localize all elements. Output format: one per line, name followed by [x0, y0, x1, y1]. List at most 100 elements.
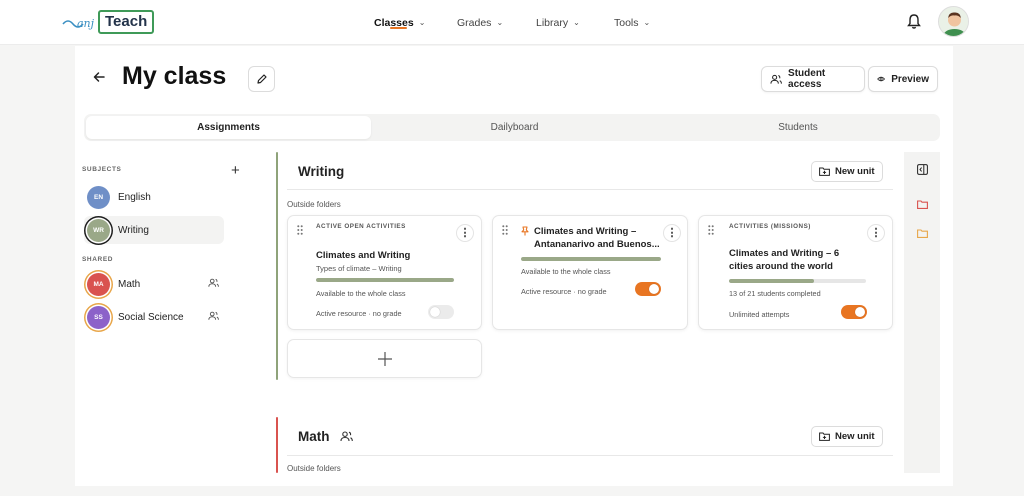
tab-dailyboard[interactable]: Dailyboard [372, 116, 657, 139]
active-toggle[interactable] [428, 305, 454, 319]
bell-icon[interactable] [906, 13, 922, 30]
progress-bar-fill [521, 257, 661, 261]
user-avatar[interactable] [938, 6, 969, 37]
new-unit-label: New unit [835, 431, 875, 442]
card-type-label: ACTIVE OPEN ACTIVITIES [316, 223, 406, 230]
eye-icon [877, 76, 886, 82]
subject-name: Writing [118, 224, 149, 236]
chevron-down-icon: ⌄ [643, 18, 651, 27]
subject-badge: WR [87, 218, 110, 242]
more-options-button[interactable]: ⋮ [456, 224, 474, 242]
shared-heading: SHARED [82, 256, 114, 263]
right-side-panel [904, 152, 940, 473]
progress-bar-fill [316, 278, 454, 282]
logo-wave-icon: anj [62, 17, 95, 30]
subject-badge: EN [87, 185, 110, 209]
completed-count-text: 13 of 21 students completed [729, 289, 821, 298]
subject-badge: SS [87, 305, 110, 329]
nav-grades[interactable]: Grades ⌄ [457, 0, 503, 45]
status-text: Active resource · no grade [316, 309, 402, 318]
user-avatar-image [939, 7, 968, 36]
drag-handle-icon[interactable] [708, 225, 714, 235]
plus-icon [377, 351, 392, 366]
section-title-math: Math [298, 429, 330, 444]
drag-handle-icon[interactable] [297, 225, 303, 235]
new-unit-button[interactable]: New unit [811, 426, 883, 447]
add-activity-button[interactable] [287, 339, 482, 378]
logo-wordmark: Teach [98, 10, 155, 34]
card-subtitle: Types of climate – Writing [316, 264, 402, 273]
nav-active-indicator [390, 27, 407, 29]
nav-tools[interactable]: Tools ⌄ [614, 0, 650, 45]
back-arrow-icon[interactable] [92, 70, 106, 84]
nav-library[interactable]: Library ⌄ [536, 0, 580, 45]
subject-name: English [118, 191, 151, 203]
subject-item-english[interactable]: EN English [84, 183, 224, 211]
subject-name: Social Science [118, 311, 184, 323]
folder-plus-icon [819, 167, 830, 176]
math-section-accent [276, 417, 278, 473]
edit-title-button[interactable] [248, 66, 275, 92]
new-unit-button[interactable]: New unit [811, 161, 883, 182]
subject-name: Math [118, 278, 141, 290]
collapse-panel-icon[interactable] [917, 164, 928, 175]
subjects-heading: SUBJECTS [82, 166, 122, 173]
card-title-line1: Climates and Writing – 6 [729, 248, 840, 259]
progress-bar-fill [729, 279, 814, 283]
card-type-label: ACTIVITIES (MISSIONS) [729, 223, 811, 230]
top-navigation-bar: anj Teach Classes ⌄ Grades ⌄ Library ⌄ T… [0, 0, 1024, 45]
progress-bar [316, 278, 454, 282]
chevron-down-icon: ⌄ [418, 18, 426, 27]
outside-folders-label: Outside folders [287, 464, 341, 473]
nav-grades-label: Grades [457, 16, 492, 29]
add-subject-button[interactable]: + [231, 162, 240, 179]
shared-users-icon [208, 278, 219, 287]
nav-classes[interactable]: Classes ⌄ [374, 0, 425, 45]
writing-section-accent [276, 152, 278, 380]
toggle-knob [855, 307, 865, 317]
status-text: Active resource · no grade [521, 287, 607, 296]
shared-users-icon [208, 311, 219, 320]
nav-library-label: Library [536, 16, 569, 29]
tab-students[interactable]: Students [656, 116, 940, 139]
student-access-button[interactable]: Student access [761, 66, 865, 92]
page-title: My class [122, 62, 227, 90]
active-toggle[interactable] [635, 282, 661, 296]
svg-text:anj: anj [77, 17, 95, 30]
folder-icon-writing[interactable] [917, 200, 928, 209]
status-text: Unlimited attempts [729, 310, 790, 319]
folder-plus-icon [819, 432, 830, 441]
toggle-knob [430, 307, 440, 317]
subject-badge: MA [87, 272, 110, 296]
outside-folders-label: Outside folders [287, 200, 341, 209]
card-title-line1: Climates and Writing – [534, 226, 637, 237]
chevron-down-icon: ⌄ [573, 18, 580, 27]
tab-bar: Assignments Dailyboard Students [84, 114, 940, 141]
chevron-down-icon: ⌄ [496, 18, 504, 27]
availability-text: Available to the whole class [316, 289, 406, 298]
more-options-button[interactable]: ⋮ [663, 224, 681, 242]
activity-card-six-cities[interactable]: ACTIVITIES (MISSIONS) ⋮ Climates and Wri… [698, 215, 893, 330]
active-toggle[interactable] [841, 305, 867, 319]
app-logo[interactable]: anj Teach [62, 10, 155, 34]
subject-item-math[interactable]: MA Math [84, 270, 224, 298]
section-divider [287, 189, 893, 190]
drag-handle-icon[interactable] [502, 225, 508, 235]
availability-text: Available to the whole class [521, 267, 611, 276]
pin-icon [521, 226, 529, 236]
subject-item-writing[interactable]: WR Writing [84, 216, 224, 244]
more-options-button[interactable]: ⋮ [867, 224, 885, 242]
activity-card-climates-writing[interactable]: ACTIVE OPEN ACTIVITIES ⋮ Climates and Wr… [287, 215, 482, 330]
tab-assignments[interactable]: Assignments [86, 116, 371, 139]
card-title-line2: Antananarivo and Buenos... [534, 239, 660, 250]
activity-card-antananarivo[interactable]: ⋮ Climates and Writing – Antananarivo an… [492, 215, 688, 330]
users-icon [770, 74, 782, 84]
student-access-label: Student access [788, 68, 826, 90]
progress-bar [729, 279, 866, 283]
nav-tools-label: Tools [614, 16, 639, 29]
subject-item-social-science[interactable]: SS Social Science [84, 303, 224, 331]
folder-icon-math[interactable] [917, 229, 928, 238]
toggle-knob [649, 284, 659, 294]
card-title: Climates and Writing [316, 250, 411, 261]
preview-button[interactable]: Preview [868, 66, 938, 92]
